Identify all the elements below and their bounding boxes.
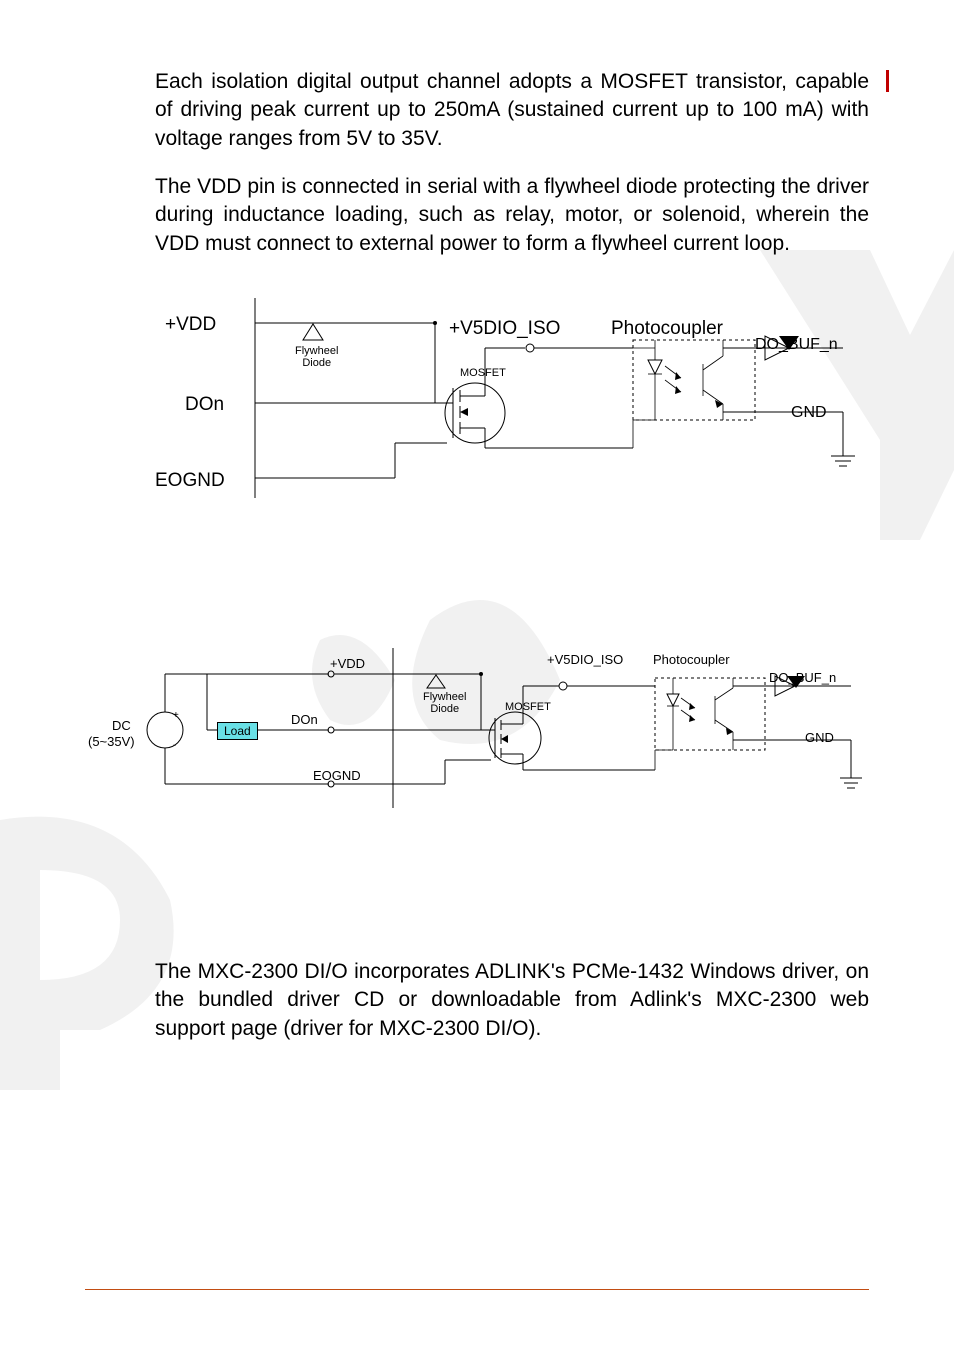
- footer-divider: [85, 1289, 869, 1290]
- paragraph-1: Each isolation digital output channel ad…: [155, 68, 869, 153]
- paragraph-3: The MXC-2300 DI/O incorporates ADLINK's …: [155, 958, 869, 1043]
- page-content: Each isolation digital output channel ad…: [0, 0, 954, 1043]
- label-eognd: EOGND: [155, 470, 225, 492]
- label-flydiode2: FlywheelDiode: [423, 692, 466, 715]
- label-dc1: DC: [112, 718, 131, 733]
- label-gnd: GND: [791, 404, 827, 422]
- label-gnd2: GND: [805, 730, 834, 745]
- paragraph-2: The VDD pin is connected in serial with …: [155, 173, 869, 258]
- label-v5iso2: +V5DIO_ISO: [547, 652, 623, 667]
- label-photo2: Photocoupler: [653, 652, 730, 667]
- label-eognd2: EOGND: [313, 768, 361, 783]
- label-load: Load: [217, 722, 258, 740]
- diagram-do-internal: +VDD DOn EOGND FlywheelDiode MOSFET +V5D…: [155, 288, 875, 508]
- label-minus: -: [173, 740, 176, 751]
- label-flydiode: FlywheelDiode: [295, 346, 338, 369]
- label-vdd: +VDD: [165, 314, 216, 336]
- label-plus: +: [173, 710, 179, 721]
- label-vdd2: +VDD: [330, 656, 365, 671]
- label-don: DOn: [185, 394, 224, 416]
- label-mosfet2: MOSFET: [505, 702, 551, 714]
- label-v5iso: +V5DIO_ISO: [449, 318, 560, 340]
- label-mosfet: MOSFET: [460, 368, 506, 380]
- label-dobuf2: DO_BUF_n: [769, 670, 836, 685]
- diagram-svg-2: [155, 628, 875, 828]
- diagram-do-external: DC (5~35V) + - Load +VDD DOn EOGND Flywh…: [155, 628, 875, 828]
- label-photo: Photocoupler: [611, 318, 723, 340]
- label-don2: DOn: [291, 712, 318, 727]
- label-dc2: (5~35V): [88, 734, 135, 749]
- label-dobuf: DO_BUF_n: [755, 336, 838, 354]
